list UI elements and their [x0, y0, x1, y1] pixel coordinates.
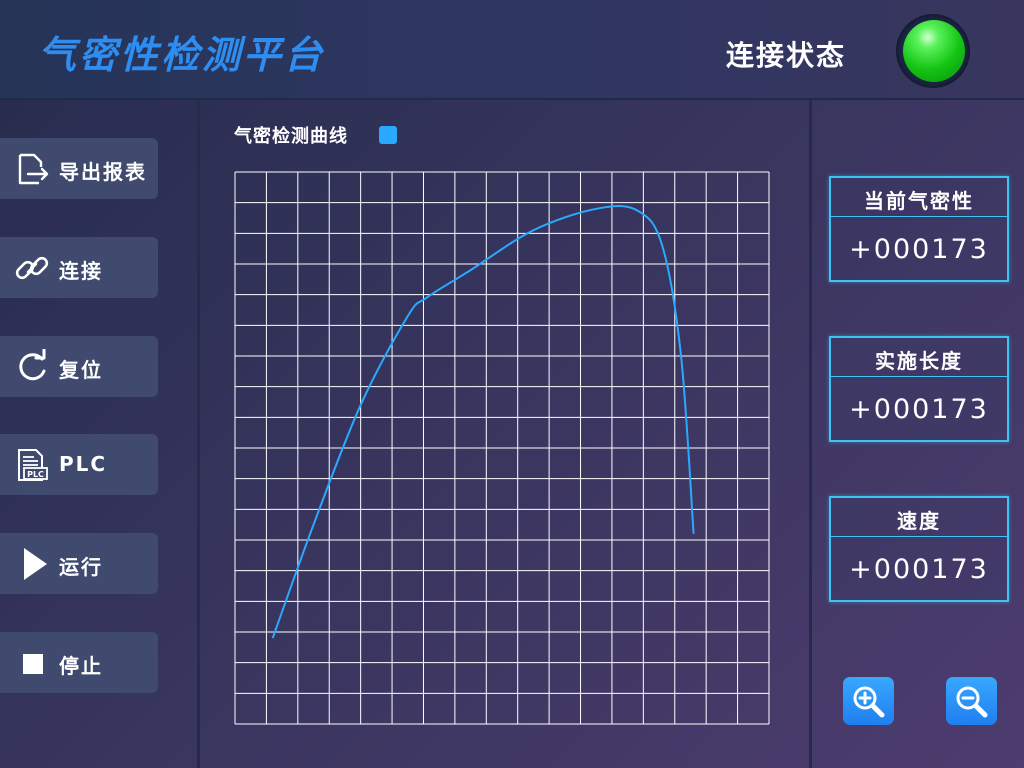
- zoom-out-icon: [956, 686, 988, 718]
- reset-label: 复位: [59, 358, 103, 382]
- reset-button[interactable]: 复位: [0, 336, 158, 397]
- metric-actual-length: 实施长度 +000173: [829, 336, 1009, 442]
- export-report-button[interactable]: 导出报表: [0, 138, 158, 199]
- legend-swatch: [379, 126, 397, 144]
- metric-current-airtightness: 当前气密性 +000173: [829, 176, 1009, 282]
- zoom-out-button[interactable]: [946, 677, 997, 725]
- stop-label: 停止: [59, 654, 103, 678]
- chart-title: 气密检测曲线: [234, 126, 348, 147]
- zoom-in-icon: [853, 686, 885, 718]
- series-line: [271, 205, 695, 639]
- run-label: 运行: [59, 555, 103, 579]
- connect-button[interactable]: 连接: [0, 237, 158, 298]
- connect-label: 连接: [59, 259, 103, 283]
- svg-text:PLC: PLC: [27, 470, 44, 479]
- metric-label: 当前气密性: [831, 178, 1007, 217]
- metric-label: 速度: [831, 498, 1007, 537]
- metric-value: +000173: [849, 554, 989, 585]
- stop-button[interactable]: 停止: [0, 632, 158, 693]
- connection-status-label: 连接状态: [726, 39, 847, 72]
- metric-value: +000173: [849, 234, 989, 265]
- app-title: 气密性检测平台: [38, 33, 326, 77]
- play-icon: [24, 548, 47, 580]
- stop-icon: [23, 654, 43, 674]
- export-file-icon: [18, 153, 49, 185]
- plc-document-icon: PLC: [18, 449, 48, 481]
- chart-panel: 气密检测曲线: [200, 100, 812, 768]
- connection-status-indicator: [896, 14, 970, 88]
- plc-button[interactable]: PLC PLC: [0, 434, 158, 495]
- header-bar: 气密性检测平台 连接状态: [0, 0, 1024, 100]
- metric-label: 实施长度: [831, 338, 1007, 377]
- run-button[interactable]: 运行: [0, 533, 158, 594]
- plc-label: PLC: [59, 452, 108, 476]
- left-sidebar: 导出报表 连接 复位 PLC PLC 运行 停止: [0, 100, 200, 768]
- metric-value: +000173: [849, 394, 989, 425]
- export-report-label: 导出报表: [59, 160, 147, 184]
- zoom-in-button[interactable]: [843, 677, 894, 725]
- status-light-icon: [903, 20, 965, 82]
- airtightness-chart: [234, 171, 770, 725]
- link-icon: [15, 256, 49, 280]
- reset-icon: [19, 349, 46, 381]
- metric-speed: 速度 +000173: [829, 496, 1009, 602]
